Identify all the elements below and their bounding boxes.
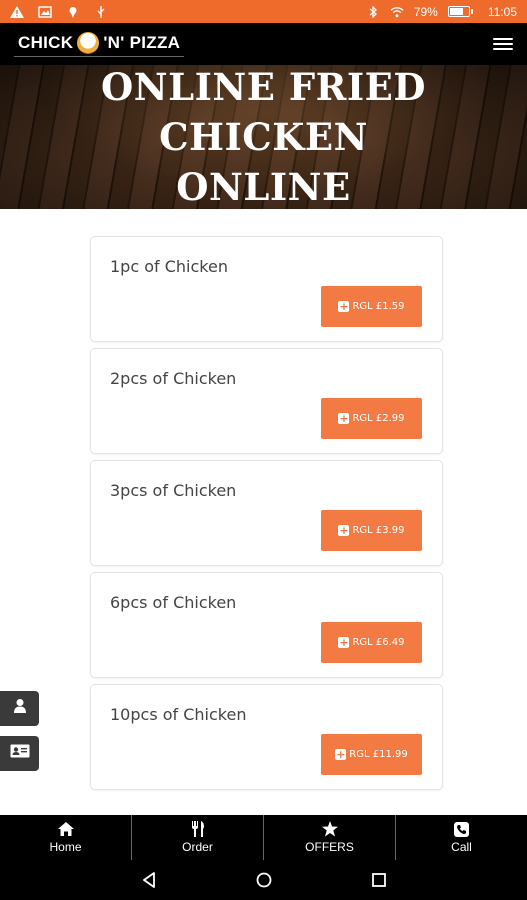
usb-icon	[94, 5, 108, 18]
logo-text-right: 'N' PIZZA	[103, 32, 181, 52]
price-label: RGL £11.99	[349, 749, 408, 760]
menu-item-card: 3pcs of Chicken + RGL £3.99	[90, 460, 443, 566]
menu-item-name: 3pcs of Chicken	[110, 481, 237, 500]
home-circle-icon[interactable]	[254, 870, 274, 890]
nav-offers[interactable]: OFFERS	[264, 815, 396, 860]
user-icon	[13, 698, 27, 719]
page-title: ONLINE FRIED CHICKEN ONLINE	[0, 62, 527, 212]
price-label: RGL £3.99	[352, 525, 405, 536]
nav-home-label: Home	[49, 840, 82, 854]
bottom-nav: Home Order OFFERS Call	[0, 815, 527, 860]
menu-item-name: 10pcs of Chicken	[110, 705, 247, 724]
plus-icon: +	[338, 636, 350, 649]
price-label: RGL £2.99	[352, 413, 405, 424]
logo[interactable]: CHICK 'N' PIZZA	[14, 31, 185, 57]
plus-icon: +	[338, 412, 350, 425]
system-nav-bar	[0, 860, 527, 900]
back-icon[interactable]	[139, 870, 159, 890]
battery-fill	[449, 8, 463, 15]
plus-icon: +	[338, 300, 350, 313]
nav-order-label: Order	[182, 840, 213, 854]
menu-item-name: 6pcs of Chicken	[110, 593, 237, 612]
logo-text-left: CHICK	[18, 32, 74, 52]
bluetooth-icon	[366, 5, 380, 18]
nav-offers-label: OFFERS	[305, 840, 354, 854]
battery-icon	[447, 6, 473, 17]
pin-icon	[66, 6, 80, 18]
menu-item-card: 6pcs of Chicken + RGL £6.49	[90, 572, 443, 678]
add-to-order-button[interactable]: + RGL £2.99	[321, 398, 422, 439]
contact-card-button[interactable]	[0, 736, 39, 771]
add-to-order-button[interactable]: + RGL £3.99	[321, 510, 422, 551]
page-title-line2: ONLINE	[176, 165, 351, 209]
image-notification-icon	[38, 5, 52, 18]
user-account-button[interactable]	[0, 691, 39, 726]
battery-percent: 79%	[413, 4, 438, 19]
plus-icon: +	[338, 524, 350, 537]
star-icon	[321, 821, 338, 837]
add-to-order-button[interactable]: + RGL £11.99	[321, 734, 422, 775]
nav-home[interactable]: Home	[0, 815, 132, 860]
menu-item-name: 1pc of Chicken	[110, 257, 228, 276]
price-label: RGL £1.59	[352, 301, 405, 312]
recents-icon[interactable]	[369, 870, 389, 890]
page-title-line1: ONLINE FRIED CHICKEN	[101, 65, 426, 159]
chicken-logo-icon	[77, 31, 100, 54]
contact-card-icon	[10, 744, 30, 763]
add-to-order-button[interactable]: + RGL £6.49	[321, 622, 422, 663]
wifi-icon	[390, 6, 404, 18]
nav-call-label: Call	[451, 840, 472, 854]
home-icon	[57, 821, 74, 837]
nav-call[interactable]: Call	[396, 815, 527, 860]
menu-item-card: 1pc of Chicken + RGL £1.59	[90, 236, 443, 342]
clock: 11:05	[487, 4, 517, 19]
warning-icon	[10, 5, 24, 18]
nav-order[interactable]: Order	[132, 815, 264, 860]
price-label: RGL £6.49	[352, 637, 405, 648]
hamburger-icon[interactable]	[493, 38, 513, 50]
hero-banner: ONLINE FRIED CHICKEN ONLINE	[0, 65, 527, 209]
menu-item-card: 2pcs of Chicken + RGL £2.99	[90, 348, 443, 454]
menu-item-name: 2pcs of Chicken	[110, 369, 237, 388]
menu-item-card: 10pcs of Chicken + RGL £11.99	[90, 684, 443, 790]
menu-list: 1pc of Chicken + RGL £1.59 2pcs of Chick…	[90, 236, 443, 796]
phone-icon	[454, 821, 469, 837]
add-to-order-button[interactable]: + RGL £1.59	[321, 286, 422, 327]
cutlery-icon	[191, 821, 205, 837]
plus-icon: +	[335, 748, 347, 761]
app-header: CHICK 'N' PIZZA	[0, 23, 527, 65]
status-bar: 79% 11:05	[0, 0, 527, 23]
